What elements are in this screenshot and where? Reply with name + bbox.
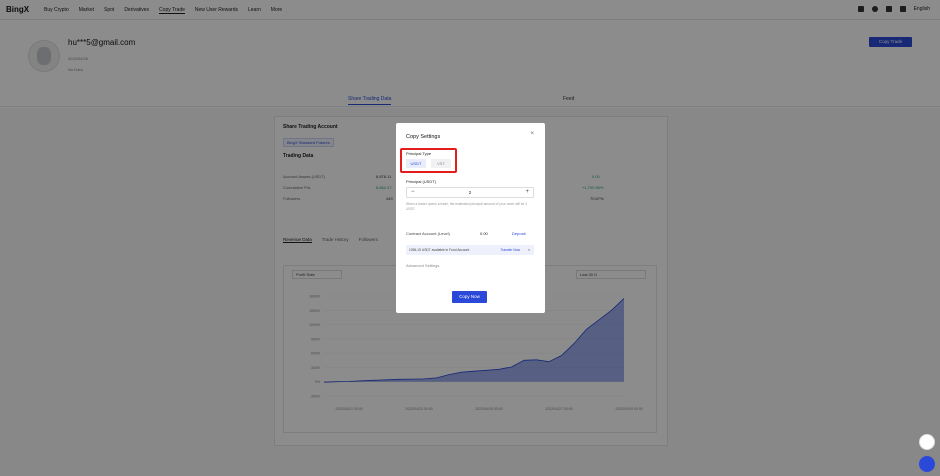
copy-now-button[interactable]: Copy Now [452,291,487,303]
contract-account-label: Contract Account (Level) [406,231,450,236]
close-icon[interactable]: × [530,131,534,137]
deposit-link[interactable]: Deposit [512,231,526,236]
available-text: 1096.15 USDT available in Fund Account [409,248,470,252]
dismiss-icon[interactable]: × [528,245,530,255]
chat-icon[interactable] [919,456,935,472]
principal-type-label: Principal Type [406,151,432,156]
plus-button[interactable]: + [525,189,529,195]
principal-type-usdt[interactable]: USDT [406,159,426,168]
principal-type-vst[interactable]: VST [431,159,451,168]
principal-value[interactable]: 2 [407,190,533,195]
principal-note: When a trader opens a trade, the estimat… [406,202,528,211]
available-balance-bar: 1096.15 USDT available in Fund Account T… [406,245,534,255]
copy-settings-modal: Copy Settings × Principal Type USDT VST … [396,123,545,313]
transfer-now-link[interactable]: Transfer Now [500,245,520,255]
modal-title: Copy Settings [406,134,441,140]
advanced-settings-toggle[interactable]: Advanced Settings [406,263,439,268]
principal-stepper[interactable]: − 2 + [406,187,534,198]
accessibility-icon[interactable] [919,434,935,450]
contract-account-value: 0.00 [480,231,488,236]
principal-label: Principal (USDT) [406,179,437,184]
